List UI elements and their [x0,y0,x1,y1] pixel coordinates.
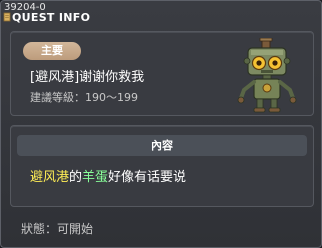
status-value: 可開始 [57,222,94,236]
quest-name: [避风港]谢谢你救我 [30,70,145,85]
recommended-level: 建議等級：190～199 [30,91,138,105]
level-range: 190～199 [85,91,138,104]
quest-type-badge: 主要 [23,42,81,60]
quest-info-window: 39204-0 QUEST INFO 主要 [避风港]谢谢你救我 建議等級：19… [0,0,322,248]
desc-rest: 好像有话要说 [108,170,187,185]
quest-status: 狀態：可開始 [21,222,93,237]
place-name: 避风港 [30,170,70,185]
window-title: QUEST INFO [12,11,91,24]
robot-npc-icon [237,38,297,113]
quest-scroll-icon [3,12,11,22]
content-section-header: 內容 [17,135,307,156]
quest-description: 避风港的羊蛋好像有话要说 [30,170,186,186]
status-label: 狀態： [21,222,58,236]
quest-content-panel: 內容 避风港的羊蛋好像有话要说 [10,125,314,207]
quest-summary-panel: 主要 [避风港]谢谢你救我 建議等級：190～199 [10,31,314,116]
level-label: 建議等級： [30,91,85,104]
desc-connector: 的 [69,170,83,185]
npc-name: 羊蛋 [82,170,109,185]
